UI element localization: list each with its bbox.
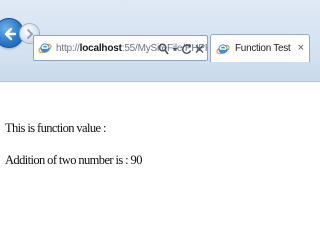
url-host: localhost [79, 42, 122, 54]
tab-ie-favicon-icon [216, 43, 230, 54]
back-arrow-icon [4, 27, 17, 41]
tab-function-test[interactable]: Function Test × [210, 34, 310, 62]
search-icon[interactable] [158, 43, 169, 55]
page-content: This is function value : Addition of two… [0, 83, 320, 250]
refresh-icon[interactable] [181, 43, 192, 55]
close-icon[interactable] [195, 43, 204, 55]
browser-toolbar: http://localhost:55/MySiteFile/PHP Functi… [0, 0, 320, 82]
dropdown-arrow-icon[interactable] [172, 43, 178, 55]
tab-close-icon[interactable]: × [298, 42, 304, 54]
url-prefix: http:// [56, 42, 80, 54]
address-bar-icons [158, 41, 204, 57]
address-bar[interactable]: http://localhost:55/MySiteFile/PHPFuncti… [33, 35, 208, 61]
tab-title: Function Test [235, 43, 291, 54]
function-value-text: This is function value : [5, 121, 106, 135]
ie-favicon-icon [38, 43, 52, 54]
addition-result-text: Addition of two number is : 90 [5, 153, 142, 167]
